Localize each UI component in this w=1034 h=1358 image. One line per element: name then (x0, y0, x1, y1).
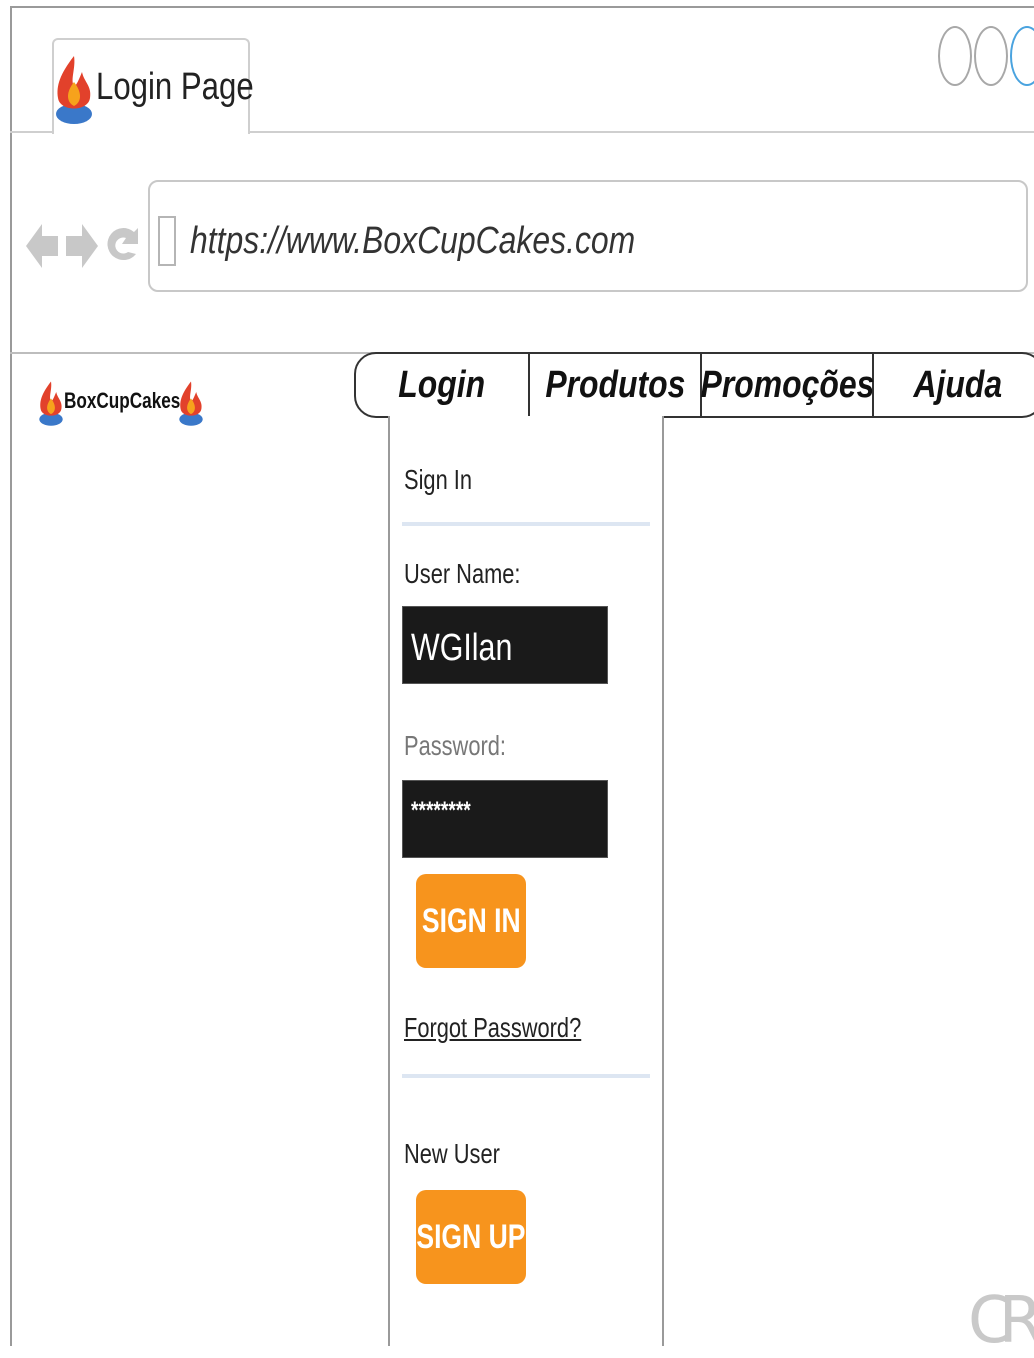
divider (402, 1074, 650, 1078)
window-button-1[interactable] (938, 26, 972, 86)
flame-logo-icon (179, 381, 203, 426)
password-label: Password: (404, 730, 506, 761)
username-label: User Name: (404, 558, 521, 589)
page-icon (158, 216, 176, 266)
tab-title: Login Page (96, 66, 254, 108)
watermark: CR (968, 1284, 1034, 1358)
new-user-label: New User (404, 1138, 500, 1169)
window-button-2[interactable] (974, 26, 1008, 86)
tab-strip-line (250, 131, 1034, 133)
username-input[interactable]: WGIlan (402, 606, 608, 684)
menu-item-ajuda[interactable]: Ajuda (872, 354, 1034, 416)
menu-item-login[interactable]: Login (356, 354, 528, 416)
url-text[interactable]: https://www.BoxCupCakes.com (190, 220, 635, 263)
sign-up-button[interactable]: SIGN UP (416, 1190, 526, 1284)
flame-logo-icon (39, 381, 63, 426)
divider (402, 522, 650, 526)
tab-strip-line (10, 131, 52, 133)
brand-name[interactable]: BoxCupCakes (64, 388, 180, 414)
forward-arrow-icon[interactable] (64, 218, 100, 274)
password-value: ******** (411, 797, 471, 824)
back-arrow-icon[interactable] (24, 218, 60, 274)
sign-in-button[interactable]: SIGN IN (416, 874, 526, 968)
main-menu: Login Produtos Promoções Ajuda (354, 352, 1034, 418)
username-value: WGIlan (411, 627, 513, 669)
menu-item-promocoes[interactable]: Promoções (700, 354, 874, 416)
sign-in-heading: Sign In (404, 464, 472, 495)
flame-logo-icon (56, 56, 92, 124)
refresh-icon[interactable] (104, 218, 140, 274)
password-input[interactable]: ******** (402, 780, 608, 858)
menu-item-produtos[interactable]: Produtos (528, 354, 700, 416)
forgot-password-link[interactable]: Forgot Password? (404, 1012, 581, 1044)
